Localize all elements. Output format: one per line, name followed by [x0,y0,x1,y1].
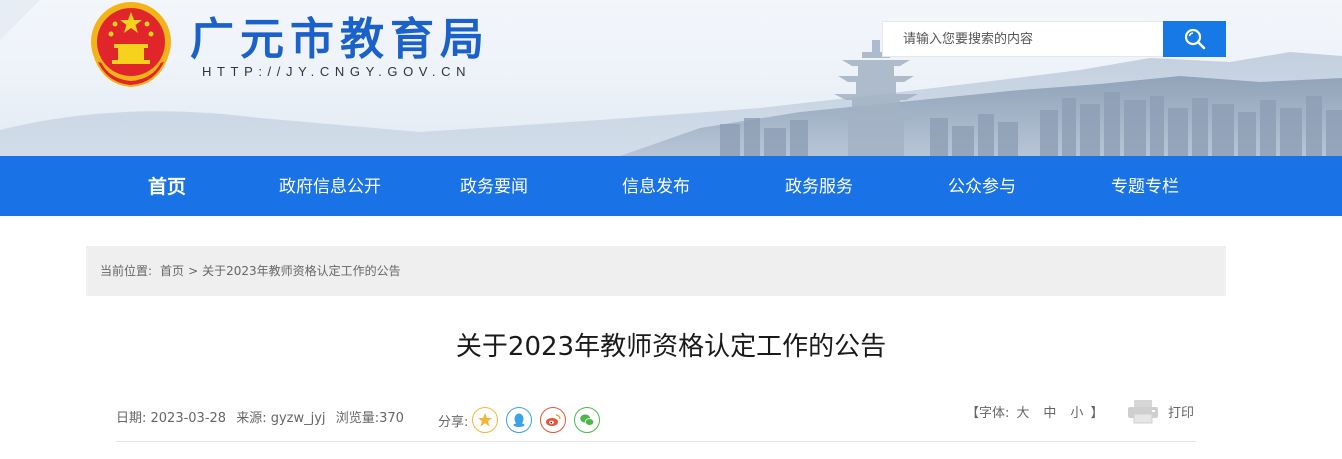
article-meta: 日期: 2023-03-28 来源: gyzw_jyj 浏览量:370 [116,409,410,429]
article-views: 浏览量:370 [335,411,404,426]
share-bar: 分享: [438,407,608,433]
breadcrumb: 当前位置: 首页 > 关于2023年教师资格认定工作的公告 [86,246,1226,296]
qzone-star-icon [478,413,493,427]
weibo-icon [546,414,562,426]
font-size-close: 】 [1090,406,1104,421]
share-weibo-button[interactable] [540,407,567,433]
article-date: 日期: 2023-03-28 [116,411,227,426]
qq-penguin-icon [513,413,525,427]
share-label: 分享: [438,414,469,430]
nav-item-home[interactable]: 首页 [148,156,186,216]
breadcrumb-home-link[interactable]: 首页 [160,264,184,278]
site-header: 广元市教育局 HTTP://JY.CNGY.GOV.CN [0,0,1342,156]
search-button[interactable] [1163,21,1226,57]
nav-item-info-release[interactable]: 信息发布 [622,156,690,216]
site-name[interactable]: 广元市教育局 [190,12,490,68]
font-size-small[interactable]: 小 [1070,406,1083,421]
printer-icon [1128,400,1158,424]
article-source: 来源: gyzw_jyj [236,411,326,426]
main-nav: 首页 政府信息公开 政务要闻 信息发布 政务服务 公众参与 专题专栏 [0,156,1342,216]
national-emblem-icon [86,0,176,88]
share-qzone-button[interactable] [472,407,499,433]
article-title: 关于2023年教师资格认定工作的公告 [455,332,887,362]
nav-item-special-topics[interactable]: 专题专栏 [1111,156,1179,216]
wechat-icon [580,414,595,426]
font-size-medium[interactable]: 中 [1043,406,1056,421]
nav-item-government-info[interactable]: 政府信息公开 [279,156,381,216]
share-qq-button[interactable] [506,407,533,433]
search-box [882,21,1164,57]
search-input[interactable] [883,22,1164,56]
nav-item-services[interactable]: 政务服务 [785,156,853,216]
nav-item-public-participation[interactable]: 公众参与 [948,156,1016,216]
breadcrumb-current-link[interactable]: 关于2023年教师资格认定工作的公告 [202,264,401,278]
meta-divider [116,441,1196,442]
search-icon [1184,28,1205,50]
breadcrumb-label: 当前位置: [100,264,153,278]
font-size-label: 【字体: [966,406,1010,421]
print-label: 打印 [1168,405,1195,421]
breadcrumb-separator: > [188,264,199,278]
nav-item-news[interactable]: 政务要闻 [460,156,528,216]
print-button[interactable]: 打印 [1126,398,1194,424]
font-size-controls: 【字体: 大中小】 [966,404,1103,424]
share-wechat-button[interactable] [574,407,601,433]
font-size-large[interactable]: 大 [1016,406,1029,421]
site-url: HTTP://JY.CNGY.GOV.CN [202,64,472,79]
